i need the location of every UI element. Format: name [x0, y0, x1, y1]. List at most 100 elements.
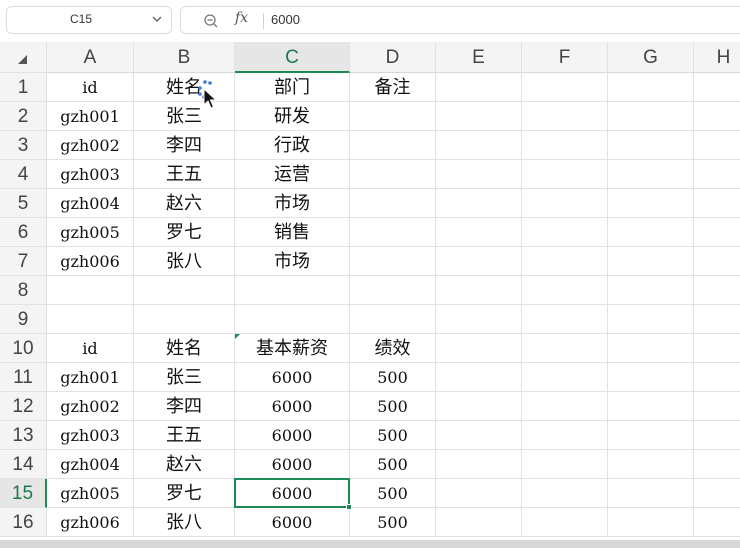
cell-c1[interactable]: 部门	[235, 73, 350, 102]
row-header-4[interactable]: 4	[0, 160, 47, 189]
cell-b16[interactable]: 张八	[134, 508, 235, 537]
cell-a2[interactable]: gzh001	[47, 102, 134, 131]
cell-h11[interactable]	[694, 363, 740, 392]
cell-b13[interactable]: 王五	[134, 421, 235, 450]
cell-g2[interactable]	[608, 102, 694, 131]
cell-f15[interactable]	[522, 479, 608, 508]
row-header-10[interactable]: 10	[0, 334, 47, 363]
cell-b5[interactable]: 赵六	[134, 189, 235, 218]
cell-g8[interactable]	[608, 276, 694, 305]
formula-value[interactable]: 6000	[271, 12, 300, 27]
cell-a14[interactable]: gzh004	[47, 450, 134, 479]
cell-f6[interactable]	[522, 218, 608, 247]
cell-c9[interactable]	[235, 305, 350, 334]
column-header-f[interactable]: F	[522, 42, 608, 73]
cell-c14[interactable]: 6000	[235, 450, 350, 479]
cell-h6[interactable]	[694, 218, 740, 247]
cell-h10[interactable]	[694, 334, 740, 363]
cell-h16[interactable]	[694, 508, 740, 537]
cell-d11[interactable]: 500	[350, 363, 436, 392]
cell-b2[interactable]: 张三	[134, 102, 235, 131]
cell-e14[interactable]	[436, 450, 522, 479]
cell-g14[interactable]	[608, 450, 694, 479]
column-header-h[interactable]: H	[694, 42, 740, 73]
row-header-11[interactable]: 11	[0, 363, 47, 392]
row-header-8[interactable]: 8	[0, 276, 47, 305]
cell-a16[interactable]: gzh006	[47, 508, 134, 537]
cell-g7[interactable]	[608, 247, 694, 276]
cell-e3[interactable]	[436, 131, 522, 160]
cell-h13[interactable]	[694, 421, 740, 450]
horizontal-scrollbar[interactable]	[0, 540, 740, 548]
column-header-d[interactable]: D	[350, 42, 436, 73]
cell-b8[interactable]	[134, 276, 235, 305]
row-header-2[interactable]: 2	[0, 102, 47, 131]
cell-c2[interactable]: 研发	[235, 102, 350, 131]
cell-e12[interactable]	[436, 392, 522, 421]
cell-a1[interactable]: id	[47, 73, 134, 102]
function-icon[interactable]: fx	[235, 10, 248, 26]
cell-f9[interactable]	[522, 305, 608, 334]
cell-f14[interactable]	[522, 450, 608, 479]
cell-e5[interactable]	[436, 189, 522, 218]
cell-f16[interactable]	[522, 508, 608, 537]
cell-d5[interactable]	[350, 189, 436, 218]
cell-c7[interactable]: 市场	[235, 247, 350, 276]
cell-b3[interactable]: 李四	[134, 131, 235, 160]
cell-h3[interactable]	[694, 131, 740, 160]
cell-b4[interactable]: 王五	[134, 160, 235, 189]
row-header-9[interactable]: 9	[0, 305, 47, 334]
cell-e4[interactable]	[436, 160, 522, 189]
cell-a11[interactable]: gzh001	[47, 363, 134, 392]
cell-c12[interactable]: 6000	[235, 392, 350, 421]
cell-h4[interactable]	[694, 160, 740, 189]
cell-e1[interactable]	[436, 73, 522, 102]
cell-g16[interactable]	[608, 508, 694, 537]
cell-g13[interactable]	[608, 421, 694, 450]
row-header-15[interactable]: 15	[0, 479, 47, 508]
cell-c8[interactable]	[235, 276, 350, 305]
cell-f12[interactable]	[522, 392, 608, 421]
cell-d12[interactable]: 500	[350, 392, 436, 421]
cell-b15[interactable]: 罗七	[134, 479, 235, 508]
cell-g12[interactable]	[608, 392, 694, 421]
cell-h7[interactable]	[694, 247, 740, 276]
cell-a3[interactable]: gzh002	[47, 131, 134, 160]
formula-input[interactable]: fx 6000	[180, 6, 740, 34]
cell-d4[interactable]	[350, 160, 436, 189]
cell-h12[interactable]	[694, 392, 740, 421]
cell-e15[interactable]	[436, 479, 522, 508]
cell-g11[interactable]	[608, 363, 694, 392]
cell-g6[interactable]	[608, 218, 694, 247]
cell-b10[interactable]: 姓名	[134, 334, 235, 363]
row-header-1[interactable]: 1	[0, 73, 47, 102]
cell-c6[interactable]: 销售	[235, 218, 350, 247]
cell-d16[interactable]: 500	[350, 508, 436, 537]
cell-g5[interactable]	[608, 189, 694, 218]
cell-f4[interactable]	[522, 160, 608, 189]
cell-g1[interactable]	[608, 73, 694, 102]
row-header-13[interactable]: 13	[0, 421, 47, 450]
cell-e10[interactable]	[436, 334, 522, 363]
cell-a12[interactable]: gzh002	[47, 392, 134, 421]
cell-d2[interactable]	[350, 102, 436, 131]
cell-h5[interactable]	[694, 189, 740, 218]
cell-c10[interactable]: 基本薪资	[235, 334, 350, 363]
chevron-down-icon[interactable]	[151, 11, 163, 27]
cell-g9[interactable]	[608, 305, 694, 334]
cell-a9[interactable]	[47, 305, 134, 334]
cell-d7[interactable]	[350, 247, 436, 276]
cell-e11[interactable]	[436, 363, 522, 392]
row-header-14[interactable]: 14	[0, 450, 47, 479]
cell-h9[interactable]	[694, 305, 740, 334]
cell-a15[interactable]: gzh005	[47, 479, 134, 508]
cell-b11[interactable]: 张三	[134, 363, 235, 392]
cell-d13[interactable]: 500	[350, 421, 436, 450]
cell-c4[interactable]: 运营	[235, 160, 350, 189]
cell-b7[interactable]: 张八	[134, 247, 235, 276]
cell-e8[interactable]	[436, 276, 522, 305]
cell-f1[interactable]	[522, 73, 608, 102]
cell-g3[interactable]	[608, 131, 694, 160]
cell-h15[interactable]	[694, 479, 740, 508]
cell-d14[interactable]: 500	[350, 450, 436, 479]
